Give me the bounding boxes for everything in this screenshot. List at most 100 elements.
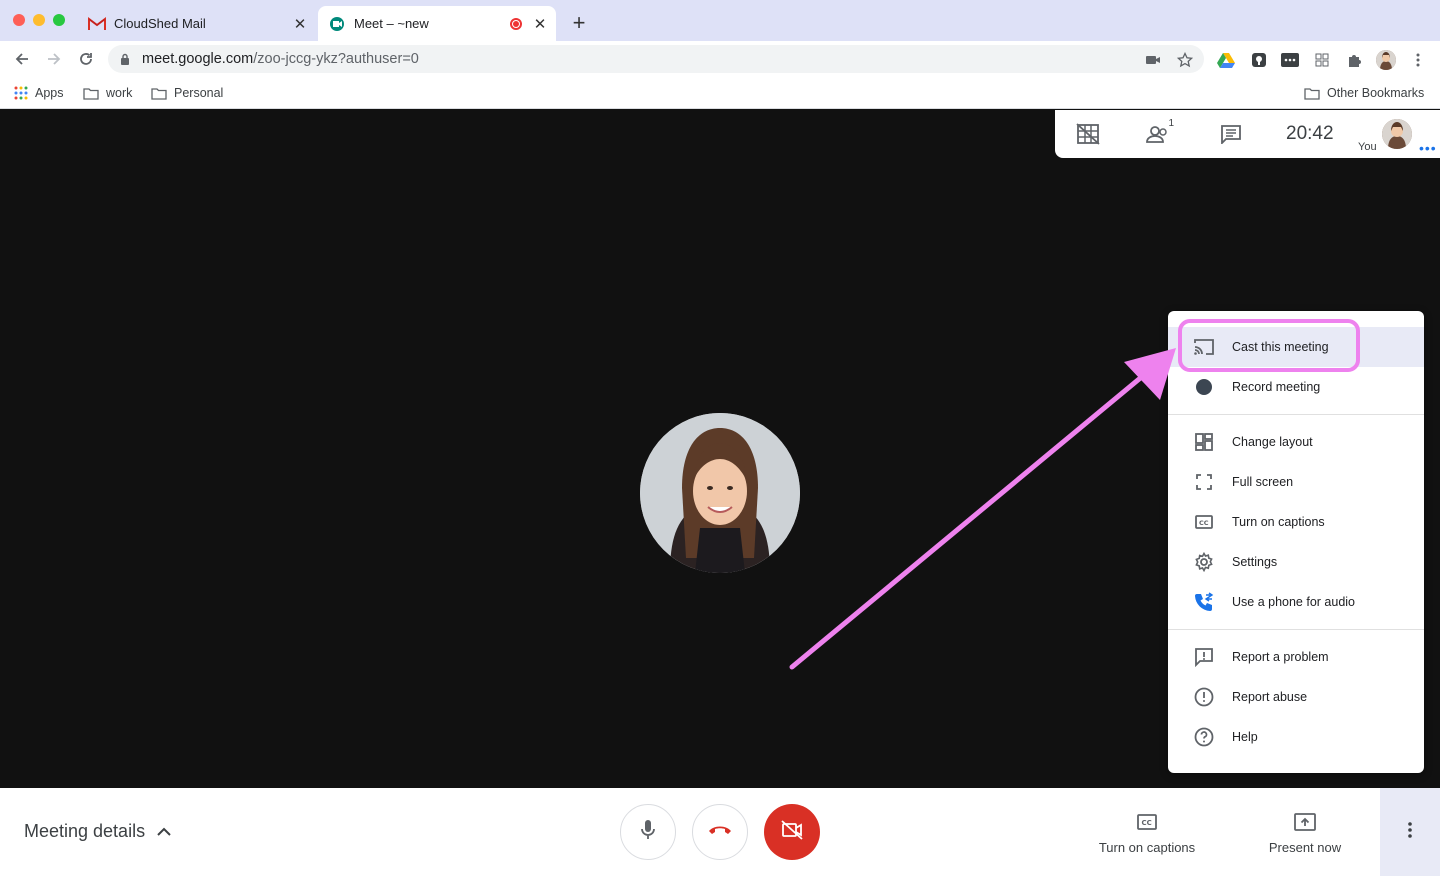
captions-label: Turn on captions bbox=[1098, 840, 1196, 855]
tab-close-icon[interactable]: ✕ bbox=[290, 15, 310, 33]
menu-item-full-screen[interactable]: Full screen bbox=[1168, 462, 1424, 502]
camera-toggle-button[interactable] bbox=[764, 804, 820, 860]
extension-shield-icon[interactable] bbox=[1249, 50, 1269, 70]
svg-text:CC: CC bbox=[1142, 819, 1152, 827]
layout-icon bbox=[1192, 430, 1216, 454]
captions-icon: CC bbox=[1082, 808, 1212, 836]
menu-divider bbox=[1168, 629, 1424, 630]
menu-item-label: Change layout bbox=[1232, 435, 1313, 449]
participant-count: 1 bbox=[1168, 118, 1174, 129]
window-close-button[interactable] bbox=[13, 14, 25, 26]
forward-arrow-icon[interactable] bbox=[42, 47, 66, 71]
folder-icon bbox=[151, 87, 167, 100]
menu-item-turn-on-captions[interactable]: CC Turn on captions bbox=[1168, 502, 1424, 542]
more-options-menu: Cast this meeting Record meeting Change … bbox=[1168, 311, 1424, 773]
present-now-button[interactable]: Present now bbox=[1240, 808, 1370, 855]
meeting-clock: 20:42 bbox=[1286, 123, 1334, 144]
bookmark-apps[interactable]: Apps bbox=[14, 83, 64, 103]
chat-icon[interactable] bbox=[1218, 122, 1244, 146]
record-icon bbox=[1192, 375, 1216, 399]
bookmark-folder-personal[interactable]: Personal bbox=[151, 83, 223, 103]
svg-text:CC: CC bbox=[1199, 519, 1209, 527]
extensions-puzzle-icon[interactable] bbox=[1344, 50, 1364, 70]
menu-item-label: Turn on captions bbox=[1232, 515, 1325, 529]
tab-close-icon[interactable]: ✕ bbox=[530, 15, 550, 33]
captions-button[interactable]: CC Turn on captions bbox=[1082, 808, 1212, 855]
recording-indicator-icon bbox=[510, 17, 522, 30]
self-options-icon[interactable]: ••• bbox=[1419, 140, 1437, 156]
tiles-off-icon[interactable] bbox=[1075, 122, 1101, 146]
tab-meet[interactable]: Meet – ~new ✕ bbox=[318, 6, 556, 41]
url-text: meet.google.com/zoo-jccg-ykz?authuser=0 bbox=[142, 51, 419, 67]
more-vert-icon bbox=[1408, 821, 1412, 843]
alert-icon bbox=[1192, 685, 1216, 709]
help-icon bbox=[1192, 725, 1216, 749]
hang-up-icon bbox=[708, 823, 732, 841]
back-arrow-icon[interactable] bbox=[10, 47, 34, 71]
present-now-label: Present now bbox=[1268, 840, 1342, 855]
camera-off-icon bbox=[780, 819, 804, 845]
leave-call-button[interactable] bbox=[692, 804, 748, 860]
profile-avatar[interactable] bbox=[1376, 50, 1396, 70]
tab-title: CloudShed Mail bbox=[114, 16, 206, 31]
menu-divider bbox=[1168, 414, 1424, 415]
menu-item-report-abuse[interactable]: Report abuse bbox=[1168, 677, 1424, 717]
meeting-controls-bar: Meeting details CC Turn on captions Pres… bbox=[0, 788, 1440, 876]
menu-item-change-layout[interactable]: Change layout bbox=[1168, 422, 1424, 462]
menu-item-settings[interactable]: Settings bbox=[1168, 542, 1424, 582]
feedback-icon bbox=[1192, 645, 1216, 669]
bookmark-folder-work[interactable]: work bbox=[83, 83, 132, 103]
menu-item-label: Full screen bbox=[1232, 475, 1294, 489]
bookmark-label: Personal bbox=[174, 86, 224, 100]
gmail-icon bbox=[88, 15, 106, 33]
extension-grid-icon[interactable] bbox=[1312, 50, 1332, 70]
fullscreen-icon bbox=[1192, 470, 1216, 494]
chevron-up-icon bbox=[157, 827, 171, 836]
lock-icon bbox=[120, 53, 134, 66]
window-maximize-button[interactable] bbox=[53, 14, 65, 26]
extension-dots-icon[interactable] bbox=[1280, 50, 1300, 70]
menu-item-label: Report abuse bbox=[1232, 690, 1308, 704]
browser-toolbar: meet.google.com/zoo-jccg-ykz?authuser=0 bbox=[0, 41, 1440, 77]
folder-icon bbox=[83, 87, 99, 100]
meeting-details-label: Meeting details bbox=[24, 821, 146, 841]
microphone-button[interactable] bbox=[620, 804, 676, 860]
apps-grid-icon bbox=[14, 86, 28, 100]
bookmark-label: work bbox=[106, 86, 133, 100]
menu-item-help[interactable]: Help bbox=[1168, 717, 1424, 757]
self-avatar[interactable] bbox=[1382, 119, 1412, 149]
menu-item-label: Record meeting bbox=[1232, 380, 1321, 394]
bookmark-star-icon[interactable] bbox=[1176, 51, 1194, 69]
bookmark-label: Other Bookmarks bbox=[1327, 86, 1425, 100]
meet-icon bbox=[328, 15, 346, 33]
menu-item-label: Report a problem bbox=[1232, 650, 1329, 664]
menu-item-label: Settings bbox=[1232, 555, 1278, 569]
folder-icon bbox=[1304, 87, 1320, 100]
menu-item-report-problem[interactable]: Report a problem bbox=[1168, 637, 1424, 677]
participants-icon[interactable]: 1 bbox=[1146, 118, 1174, 146]
captions-icon: CC bbox=[1192, 510, 1216, 534]
new-tab-button[interactable]: + bbox=[566, 10, 592, 36]
tab-cloudshed-mail[interactable]: CloudShed Mail ✕ bbox=[80, 6, 316, 41]
more-options-button[interactable] bbox=[1380, 788, 1440, 876]
menu-item-record-meeting[interactable]: Record meeting bbox=[1168, 367, 1424, 407]
meeting-info-panel: 1 20:42 You ••• bbox=[1055, 110, 1440, 158]
menu-item-phone-audio[interactable]: Use a phone for audio bbox=[1168, 582, 1424, 622]
meeting-details-button[interactable]: Meeting details bbox=[24, 821, 171, 842]
reload-icon[interactable] bbox=[74, 47, 98, 71]
address-bar[interactable]: meet.google.com/zoo-jccg-ykz?authuser=0 bbox=[108, 45, 1204, 73]
google-drive-icon[interactable] bbox=[1216, 50, 1236, 70]
phone-icon bbox=[1192, 590, 1216, 614]
present-screen-icon bbox=[1240, 808, 1370, 836]
you-label: You bbox=[1358, 141, 1377, 153]
menu-item-label: Use a phone for audio bbox=[1232, 595, 1356, 609]
browser-tab-bar: CloudShed Mail ✕ Meet – ~new ✕ + bbox=[0, 0, 1440, 41]
bookmark-folder-other[interactable]: Other Bookmarks bbox=[1304, 83, 1424, 103]
window-minimize-button[interactable] bbox=[33, 14, 45, 26]
bookmarks-bar: Apps work Personal Other Bookmarks bbox=[0, 77, 1440, 109]
annotation-highlight-box bbox=[1178, 319, 1360, 372]
camera-in-use-icon[interactable] bbox=[1144, 51, 1162, 69]
menu-item-label: Help bbox=[1232, 730, 1258, 744]
bookmark-label: Apps bbox=[35, 86, 64, 100]
browser-menu-icon[interactable] bbox=[1408, 50, 1428, 70]
